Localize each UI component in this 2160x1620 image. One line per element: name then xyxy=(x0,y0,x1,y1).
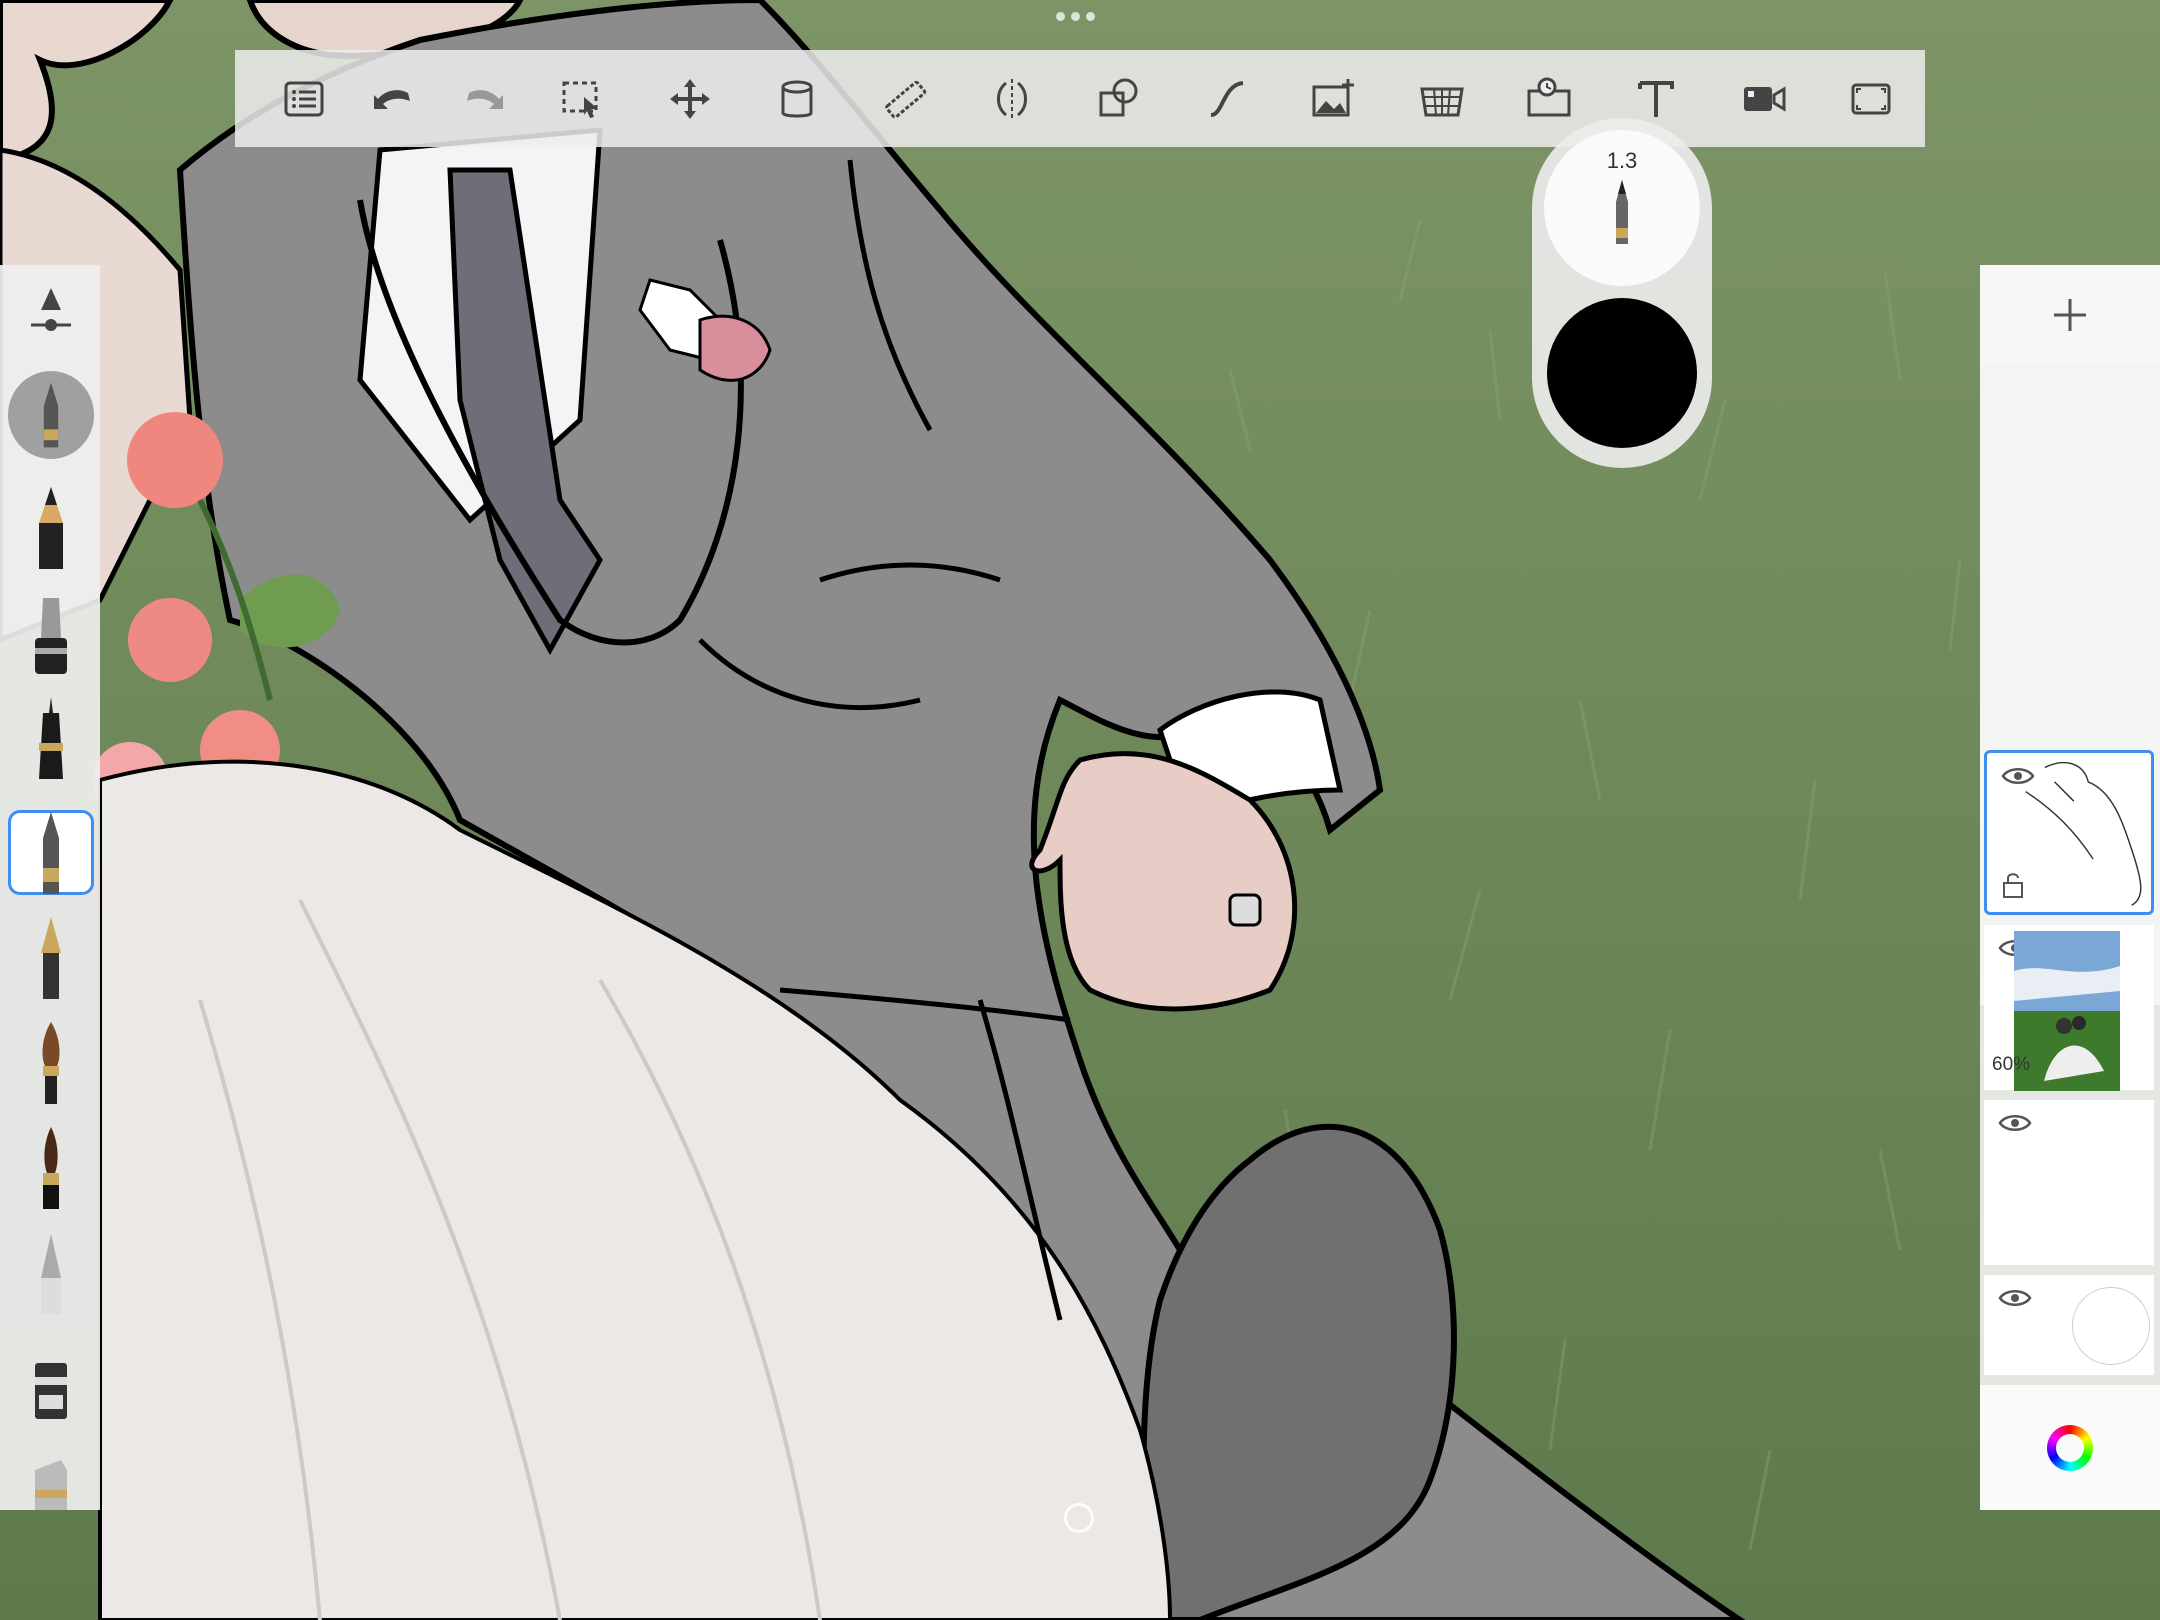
brush-color-swatch[interactable] xyxy=(1547,298,1697,448)
layer-background[interactable] xyxy=(1984,1275,2154,1375)
plus-icon xyxy=(2054,299,2086,331)
layers-list-button[interactable] xyxy=(265,50,343,147)
background-color-swatch[interactable] xyxy=(2072,1287,2150,1365)
layer-line-art[interactable] xyxy=(1984,750,2154,915)
symmetry-button[interactable] xyxy=(958,50,1065,147)
brush-palette xyxy=(0,265,100,1510)
move-arrows-icon xyxy=(669,78,710,119)
undo-button[interactable] xyxy=(343,50,441,147)
brush-size-label: 1.3 xyxy=(1606,148,1638,173)
video-camera-icon xyxy=(1743,85,1786,112)
drawing-canvas[interactable] xyxy=(0,0,2160,1620)
chisel-marker-icon xyxy=(35,1362,67,1419)
ink-brush[interactable] xyxy=(8,1120,94,1215)
fullscreen-button[interactable] xyxy=(1818,50,1925,147)
shapes-icon xyxy=(1099,78,1138,116)
redo-icon xyxy=(466,89,503,109)
layer-empty[interactable] xyxy=(1984,1100,2154,1265)
eye-icon[interactable] xyxy=(1998,1112,2032,1134)
wedding-ring xyxy=(1228,893,1262,927)
perspective-grid-icon xyxy=(1419,87,1464,116)
chisel-marker-brush[interactable] xyxy=(8,1330,94,1425)
ballpoint-pen-brush[interactable] xyxy=(8,810,94,895)
layer-photo[interactable]: 60% xyxy=(1984,925,2154,1091)
fullscreen-icon xyxy=(1851,83,1891,114)
ballpoint-pen-icon xyxy=(43,811,59,894)
ruler-button[interactable] xyxy=(851,50,958,147)
toolbar-drag-handle[interactable] xyxy=(1056,12,1095,21)
highlighter-icon xyxy=(35,1460,67,1510)
current-brush-button[interactable] xyxy=(8,370,94,460)
marker-icon xyxy=(35,597,67,674)
brush-settings-button[interactable] xyxy=(8,280,94,350)
curve-button[interactable] xyxy=(1173,50,1280,147)
technical-pen-icon xyxy=(39,696,63,779)
ballpoint-pen-icon xyxy=(1616,180,1628,244)
current-brush-preview xyxy=(8,371,94,459)
pencil-brush[interactable] xyxy=(8,480,94,575)
ruler-icon xyxy=(884,80,926,119)
curve-icon xyxy=(1210,80,1244,117)
ink-brush-icon xyxy=(43,1126,59,1209)
color-picker-button[interactable] xyxy=(1980,1385,2160,1510)
brush-size-control[interactable]: 1.3 xyxy=(1544,130,1700,286)
add-image-button[interactable] xyxy=(1280,50,1387,147)
eye-icon[interactable] xyxy=(1998,1287,2032,1309)
undo-icon xyxy=(373,89,410,109)
video-button[interactable] xyxy=(1710,50,1817,147)
redo-button[interactable] xyxy=(441,50,529,147)
brush-puck[interactable]: 1.3 xyxy=(1532,118,1712,468)
add-image-icon xyxy=(1312,78,1355,116)
airbrush[interactable] xyxy=(8,1225,94,1320)
brush-settings-icon xyxy=(31,288,71,331)
recenter-canvas-button[interactable] xyxy=(1064,1503,1094,1533)
fountain-pen-brush[interactable] xyxy=(8,910,94,1005)
color-wheel-icon xyxy=(2047,1424,2093,1471)
technical-pen-brush[interactable] xyxy=(8,690,94,785)
airbrush-icon xyxy=(41,1233,61,1314)
perspective-guide-button[interactable] xyxy=(1388,50,1495,147)
ballpoint-pen-icon xyxy=(43,382,59,448)
highlighter-brush[interactable] xyxy=(8,1435,94,1510)
pencil-icon xyxy=(39,486,63,569)
selection-icon xyxy=(562,81,599,118)
layers-panel: 60% xyxy=(1980,265,2160,1510)
shapes-button[interactable] xyxy=(1066,50,1173,147)
add-layer-button[interactable] xyxy=(1980,265,2160,366)
time-lapse-icon xyxy=(1527,77,1571,116)
marker-brush[interactable] xyxy=(8,585,94,680)
transform-button[interactable] xyxy=(636,50,743,147)
paint-brush-icon xyxy=(42,1021,60,1104)
paint-brush[interactable] xyxy=(8,1015,94,1110)
fill-button[interactable] xyxy=(743,50,850,147)
fountain-pen-icon xyxy=(41,916,61,999)
lock-icon[interactable] xyxy=(2001,871,2025,899)
text-icon xyxy=(1638,80,1675,117)
list-icon xyxy=(284,81,324,116)
layer-opacity-label: 60% xyxy=(1992,1054,2031,1075)
paint-bucket-icon xyxy=(781,80,813,117)
symmetry-icon xyxy=(996,78,1027,119)
selection-button[interactable] xyxy=(529,50,636,147)
